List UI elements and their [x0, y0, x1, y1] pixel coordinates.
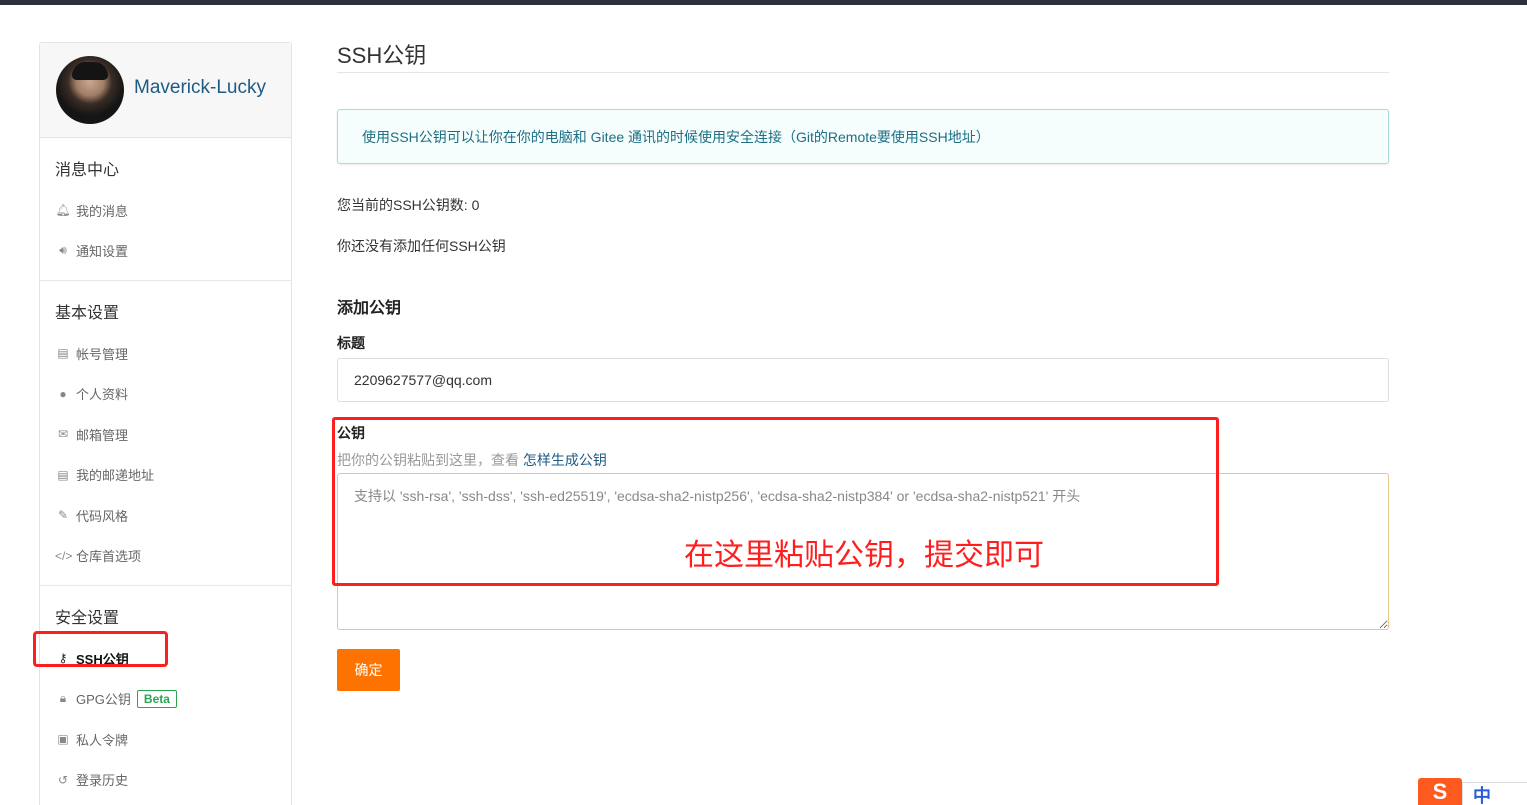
top-bar — [0, 0, 1527, 5]
sidebar-item-label: 邮箱管理 — [76, 427, 129, 443]
title-input[interactable] — [337, 358, 1389, 402]
section-basic: 基本设置 ▤ 帐号管理 ● 个人资料 ✉ 邮箱管理 ▤ 我的邮递地址 ✎ 代码风… — [40, 281, 291, 586]
add-key-heading: 添加公钥 — [337, 300, 402, 317]
ime-logo-icon[interactable]: S — [1418, 778, 1462, 805]
section-security: 安全设置 ⚷ SSH公钥 🔒︎ GPG公钥 Beta ▣ 私人令牌 ↺ 登录历史 — [40, 586, 291, 805]
sidebar-item-label: 我的邮递地址 — [76, 468, 155, 484]
section-title: 消息中心 — [55, 162, 120, 179]
sidebar-item-repo-preferences[interactable]: </> 仓库首选项 — [40, 536, 291, 577]
sidebar-item-label: 仓库首选项 — [76, 549, 142, 565]
bell-icon: 🔔︎ — [55, 203, 71, 218]
annotation-text: 在这里粘贴公钥，提交即可 — [684, 539, 1044, 572]
sidebar-item-code-style[interactable]: ✎ 代码风格 — [40, 495, 291, 536]
sidebar-item-label: 帐号管理 — [76, 346, 129, 362]
sidebar-item-label: 个人资料 — [76, 387, 129, 403]
annotation-box-ssh-nav — [33, 631, 168, 667]
address-card-icon: ▤ — [57, 467, 69, 482]
title-label: 标题 — [337, 335, 365, 351]
section-title: 基本设置 — [55, 305, 120, 322]
key-count: 您当前的SSH公钥数: 0 — [337, 197, 480, 213]
sidebar-item-label: 我的消息 — [76, 203, 129, 219]
profile-header: Maverick-Lucky — [40, 43, 291, 138]
code-icon: </> — [55, 548, 73, 563]
submit-button[interactable]: 确定 — [337, 649, 400, 691]
lock-icon: 🔒︎ — [59, 691, 67, 706]
beta-badge: Beta — [136, 689, 177, 708]
user-icon: ● — [59, 386, 67, 401]
settings-sidebar: Maverick-Lucky 消息中心 🔔︎ 我的消息 🔊︎ 通知设置 基本设置… — [39, 42, 292, 805]
info-message: 使用SSH公钥可以让你在你的电脑和 Gitee 通讯的时候使用安全连接（Git的… — [337, 109, 1389, 164]
sidebar-item-email[interactable]: ✉ 邮箱管理 — [40, 414, 291, 455]
section-messages: 消息中心 🔔︎ 我的消息 🔊︎ 通知设置 — [40, 138, 291, 281]
username[interactable]: Maverick-Lucky — [134, 77, 266, 99]
history-icon: ↺ — [57, 772, 69, 787]
sidebar-item-gpg-keys[interactable]: 🔒︎ GPG公钥 Beta — [40, 679, 291, 720]
page-title: SSH公钥 — [337, 43, 427, 68]
sidebar-item-login-history[interactable]: ↺ 登录历史 — [40, 760, 291, 801]
sidebar-item-label: 代码风格 — [76, 508, 129, 524]
divider — [337, 72, 1389, 73]
empty-state: 你还没有添加任何SSH公钥 — [337, 238, 506, 254]
sidebar-item-label: GPG公钥 — [76, 692, 131, 708]
envelope-icon: ✉ — [57, 427, 69, 442]
sidebar-item-label: 私人令牌 — [76, 732, 129, 748]
sidebar-item-private-tokens[interactable]: ▣ 私人令牌 — [40, 719, 291, 760]
sidebar-item-my-messages[interactable]: 🔔︎ 我的消息 — [40, 190, 291, 231]
brush-icon: ✎ — [57, 508, 69, 523]
avatar[interactable] — [56, 56, 124, 124]
sidebar-item-notification-settings[interactable]: 🔊︎ 通知设置 — [40, 231, 291, 272]
token-icon: ▣ — [57, 732, 69, 747]
sidebar-item-profile[interactable]: ● 个人资料 — [40, 374, 291, 415]
info-text: 使用SSH公钥可以让你在你的电脑和 Gitee 通讯的时候使用安全连接（Git的… — [362, 128, 990, 145]
sidebar-item-account[interactable]: ▤ 帐号管理 — [40, 333, 291, 374]
sidebar-item-label: 登录历史 — [76, 773, 129, 789]
ime-status[interactable]: 中 — [1462, 782, 1527, 805]
sidebar-item-address[interactable]: ▤ 我的邮递地址 — [40, 455, 291, 496]
id-card-icon: ▤ — [57, 346, 69, 361]
sidebar-item-label: 通知设置 — [76, 244, 129, 260]
volume-icon: 🔊︎ — [59, 243, 67, 258]
